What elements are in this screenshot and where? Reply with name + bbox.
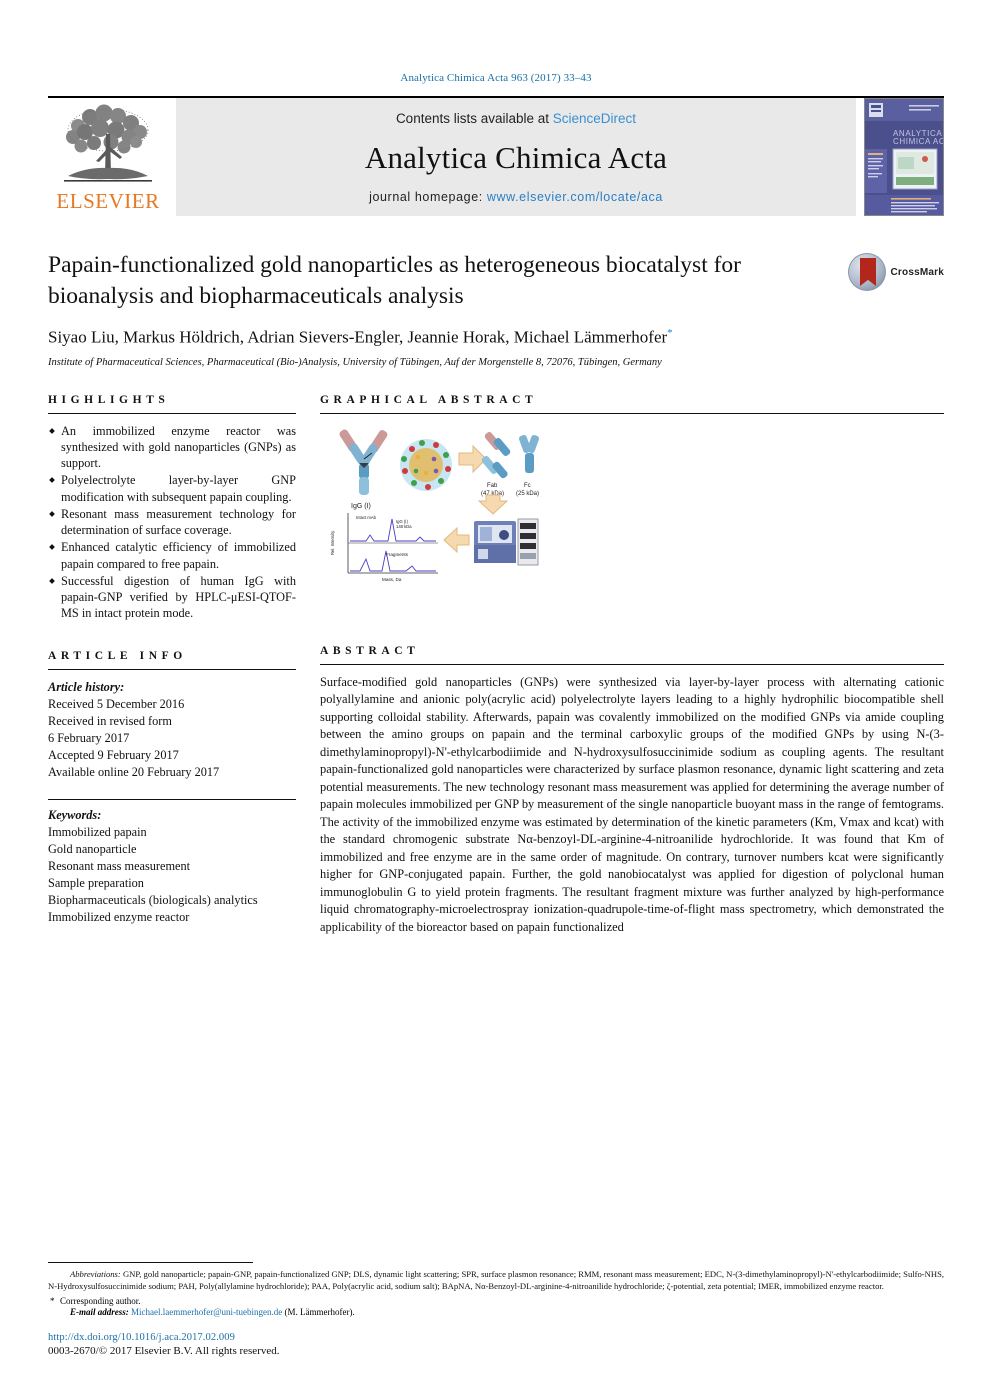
corresponding-author-note: * Corresponding author. — [48, 1296, 944, 1306]
content-columns: HIGHLIGHTS An immobilized enzyme reactor… — [48, 394, 944, 936]
article-history-revised-date: 6 February 2017 — [48, 730, 130, 745]
asterisk-icon: * — [50, 1296, 55, 1306]
elsevier-logo: ELSEVIER — [48, 98, 168, 216]
email-note: E-mail address: Michael.laemmerhofer@uni… — [48, 1307, 944, 1317]
svg-text:Fragments: Fragments — [386, 552, 409, 557]
svg-text:Intact mAb: Intact mAb — [356, 515, 377, 520]
abbreviations-label: Abbreviations: — [70, 1268, 121, 1279]
footer-block: http://dx.doi.org/10.1016/j.aca.2017.02.… — [48, 1332, 944, 1357]
journal-masthead: ELSEVIER Contents lists available at Sci… — [48, 96, 944, 216]
graphical-abstract-divider — [320, 412, 944, 414]
email-suffix: (M. Lämmerhofer). — [284, 1307, 355, 1317]
footnotes-block: Abbreviations: GNP, gold nanoparticle; p… — [48, 1261, 944, 1317]
mass-spectra-plot: Intact mAb IgG (I) 148 kDa Fragments Rel… — [330, 512, 438, 582]
svg-text:Fc: Fc — [524, 483, 531, 489]
graphical-abstract-heading: GRAPHICAL ABSTRACT — [320, 393, 538, 406]
keywords-label: Keywords: — [48, 808, 102, 823]
list-item: Resonant mass measurement technology for… — [48, 506, 296, 538]
journal-reference-line: Analytica Chimica Acta 963 (2017) 33–43 — [400, 72, 592, 84]
igg-antibody-shape — [339, 429, 388, 495]
fc-fragment-shape — [519, 434, 539, 473]
journal-article-first-page: Analytica Chimica Acta 963 (2017) 33–43 — [0, 72, 992, 1395]
list-item: An immobilized enzyme reactor was synthe… — [48, 423, 296, 472]
graphical-abstract-image: IgG (I) Fab (47 kDa) Fc (25 kDa) Intact … — [326, 423, 541, 603]
crossmark-icon — [848, 253, 886, 291]
keyword-item: Immobilized enzyme reactor — [48, 909, 190, 924]
homepage-prefix-text: journal homepage: — [369, 190, 487, 204]
elsevier-wordmark: ELSEVIER — [56, 189, 160, 213]
highlights-heading: HIGHLIGHTS — [48, 393, 170, 406]
svg-text:IgG (I): IgG (I) — [351, 503, 371, 510]
page-title: Papain-functionalized gold nanoparticles… — [48, 252, 742, 309]
highlights-list: An immobilized enzyme reactor was synthe… — [48, 423, 296, 622]
keyword-item: Sample preparation — [48, 875, 144, 890]
footnote-divider — [48, 1261, 253, 1263]
crossmark-label: CrossMark — [890, 266, 944, 278]
article-info-heading: ARTICLE INFO — [48, 650, 187, 663]
abbreviations-note: Abbreviations: GNP, gold nanoparticle; p… — [48, 1268, 944, 1293]
corresponding-author-text: Corresponding author. — [60, 1296, 141, 1306]
email-label: E-mail address: — [70, 1307, 129, 1317]
svg-text:Mass, Da: Mass, Da — [382, 577, 402, 582]
article-history-block: Article history: Received 5 December 201… — [48, 679, 296, 780]
gold-nanoparticle-cluster — [400, 438, 452, 491]
list-item: Enhanced catalytic efficiency of immobil… — [48, 539, 296, 571]
contents-prefix-text: Contents lists available at — [395, 111, 553, 126]
article-history-online: Available online 20 February 2017 — [48, 764, 220, 779]
contents-available-line: Contents lists available at ScienceDirec… — [396, 111, 636, 126]
abstract-body: Surface-modified gold nanoparticles (GNP… — [320, 674, 944, 934]
arrow-left-icon — [443, 526, 470, 553]
svg-text:Fab: Fab — [487, 483, 498, 489]
list-item: Polyelectrolyte layer-by-layer GNP modif… — [48, 472, 296, 504]
doi-link[interactable]: http://dx.doi.org/10.1016/j.aca.2017.02.… — [48, 1332, 944, 1343]
keyword-item: Resonant mass measurement — [48, 858, 191, 873]
crossmark-badge[interactable]: CrossMark — [848, 252, 944, 292]
keyword-item: Gold nanoparticle — [48, 842, 137, 857]
graphical-abstract-figure: IgG (I) Fab (47 kDa) Fc (25 kDa) Intact … — [320, 423, 944, 629]
author-names: Siyao Liu, Markus Höldrich, Adrian Sieve… — [48, 327, 668, 347]
article-info-divider — [48, 669, 296, 671]
highlights-divider — [48, 412, 296, 414]
right-column: GRAPHICAL ABSTRACT IgG (I) Fab (47 kDa) … — [320, 394, 944, 936]
svg-text:(25 kDa): (25 kDa) — [516, 491, 539, 497]
author-list: Siyao Liu, Markus Höldrich, Adrian Sieve… — [48, 327, 944, 348]
copyright-line: 0003-2670/© 2017 Elsevier B.V. All right… — [48, 1345, 280, 1357]
keywords-block: Keywords: Immobilized papain Gold nanopa… — [48, 807, 296, 925]
keyword-item: Immobilized papain — [48, 825, 147, 840]
masthead-center-band: Contents lists available at ScienceDirec… — [176, 98, 856, 216]
author-affiliation: Institute of Pharmaceutical Sciences, Ph… — [48, 356, 662, 368]
elsevier-tree-icon — [56, 104, 160, 190]
article-history-accepted: Accepted 9 February 2017 — [48, 747, 179, 762]
article-title-block: Papain-functionalized gold nanoparticles… — [48, 250, 944, 368]
svg-text:148 kDa: 148 kDa — [396, 524, 412, 529]
journal-cover-thumbnail: ANALYTICA CHIMICA ACTA — [864, 98, 944, 216]
email-link[interactable]: Michael.laemmerhofer@uni-tuebingen.de — [131, 1307, 282, 1317]
svg-text:Rel. Intensity: Rel. Intensity — [330, 530, 335, 555]
journal-homepage-line: journal homepage: www.elsevier.com/locat… — [369, 190, 663, 204]
sciencedirect-link[interactable]: ScienceDirect — [553, 111, 636, 126]
svg-text:CHIMICA ACTA: CHIMICA ACTA — [893, 137, 944, 146]
list-item: Successful digestion of human IgG with p… — [48, 573, 296, 622]
arrow-right-icon — [458, 444, 487, 473]
article-history-received: Received 5 December 2016 — [48, 697, 185, 712]
journal-homepage-link[interactable]: www.elsevier.com/locate/aca — [487, 190, 663, 204]
mass-spectrometer-instrument — [474, 518, 539, 566]
article-history-label: Article history: — [48, 680, 125, 695]
abstract-heading: ABSTRACT — [320, 644, 420, 657]
left-column: HIGHLIGHTS An immobilized enzyme reactor… — [48, 394, 296, 936]
abbreviations-text: GNP, gold nanoparticle; papain-GNP, papa… — [48, 1268, 944, 1292]
arrow-down-icon — [477, 494, 509, 515]
crossmark-bookmark-shape — [860, 258, 876, 286]
keyword-item: Biopharmaceuticals (biologicals) analyti… — [48, 892, 258, 907]
fab-fragment-shape — [481, 431, 511, 478]
journal-title: Analytica Chimica Acta — [364, 140, 668, 175]
abstract-divider — [320, 663, 944, 665]
article-history-revised: Received in revised form — [48, 714, 172, 729]
corresponding-author-marker: * — [667, 327, 673, 340]
